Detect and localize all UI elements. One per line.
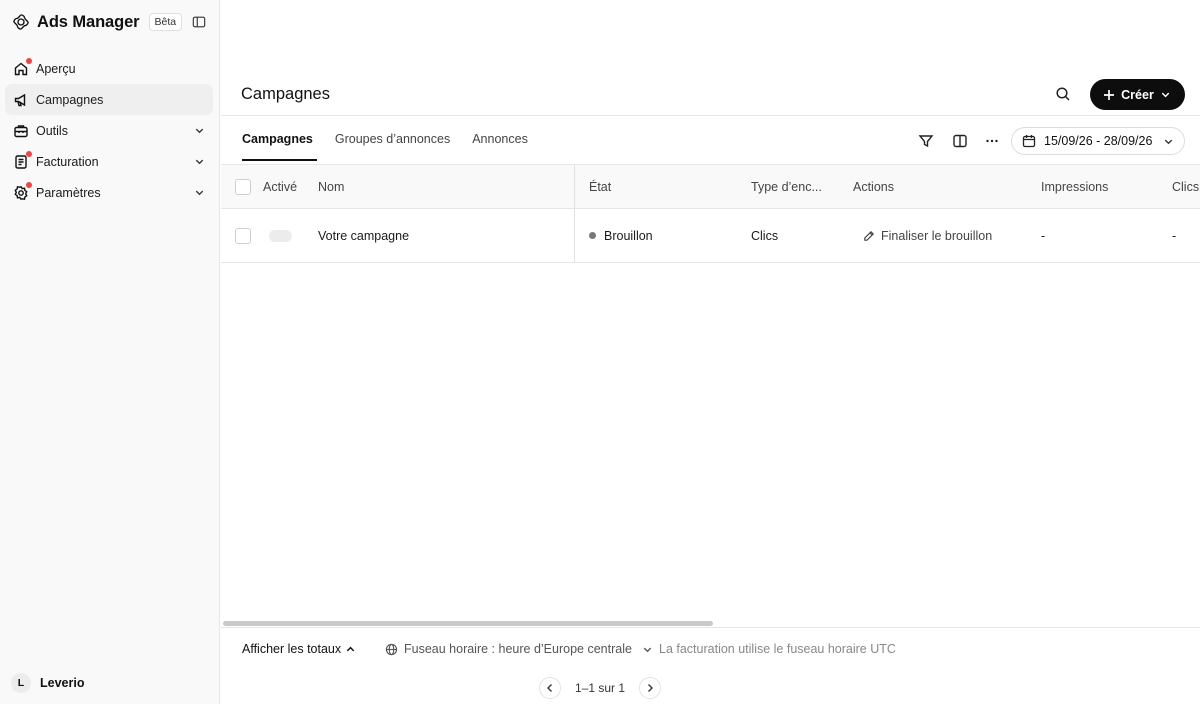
chevron-down-icon bbox=[1163, 136, 1174, 147]
campaign-name[interactable]: Votre campagne bbox=[318, 209, 409, 262]
clicks-cell: - bbox=[1172, 228, 1177, 243]
column-divider bbox=[574, 165, 575, 208]
column-header-status[interactable]: État bbox=[589, 165, 611, 208]
status-badge: Brouillon bbox=[604, 228, 653, 243]
status-dot bbox=[589, 232, 596, 239]
select-all-checkbox[interactable] bbox=[235, 178, 251, 195]
invoice-icon bbox=[13, 150, 32, 170]
home-icon bbox=[13, 57, 32, 77]
tab-annonces[interactable]: Annonces bbox=[472, 116, 528, 162]
campaigns-table: Activé Nom État Type d’enc... Actions Im… bbox=[221, 164, 1200, 263]
sidebar-item-facturation[interactable]: Facturation bbox=[5, 146, 213, 177]
sidebar-item-campagnes[interactable]: Campagnes bbox=[5, 84, 213, 115]
sidebar-item-label: Campagnes bbox=[36, 92, 104, 107]
more-icon[interactable] bbox=[984, 133, 1000, 149]
chevron-down-icon bbox=[194, 156, 205, 167]
horizontal-scrollbar[interactable] bbox=[223, 621, 713, 626]
tab-campagnes[interactable]: Campagnes bbox=[242, 116, 317, 162]
column-header-type[interactable]: Type d’enc... bbox=[751, 165, 822, 208]
beta-badge: Bêta bbox=[148, 13, 183, 31]
column-header-active[interactable]: Activé bbox=[263, 165, 297, 208]
active-toggle[interactable] bbox=[269, 229, 292, 242]
timezone-selector[interactable]: Fuseau horaire : heure d’Europe centrale bbox=[385, 642, 653, 656]
chevron-down-icon bbox=[1160, 89, 1172, 101]
tab-groupes-annonces[interactable]: Groupes d’annonces bbox=[335, 116, 450, 162]
page-title: Campagnes bbox=[241, 85, 330, 103]
chevron-down-icon bbox=[194, 125, 205, 136]
chevron-down-icon bbox=[194, 187, 205, 198]
gear-icon bbox=[13, 181, 32, 201]
sidebar-item-label: Facturation bbox=[36, 154, 99, 169]
pencil-icon bbox=[863, 230, 875, 242]
pagination: 1–1 sur 1 bbox=[539, 677, 662, 699]
toolbox-icon bbox=[13, 123, 29, 139]
chevron-left-icon bbox=[547, 684, 552, 692]
column-header-name[interactable]: Nom bbox=[318, 165, 344, 208]
timezone-label: Fuseau horaire : heure d’Europe centrale bbox=[404, 642, 632, 656]
next-page-button[interactable] bbox=[639, 677, 662, 699]
calendar-icon bbox=[1022, 134, 1036, 148]
table-row[interactable]: Votre campagne Brouillon Clics Finaliser… bbox=[221, 209, 1200, 263]
column-header-impressions[interactable]: Impressions bbox=[1041, 165, 1108, 208]
billing-timezone-note: La facturation utilise le fuseau horaire… bbox=[659, 642, 896, 656]
app-title: Ads Manager bbox=[37, 12, 140, 31]
finalize-draft-label: Finaliser le brouillon bbox=[881, 228, 993, 243]
chevron-up-icon bbox=[345, 644, 356, 655]
search-icon[interactable] bbox=[1055, 86, 1071, 102]
notification-dot bbox=[26, 181, 32, 188]
status-cell: Brouillon bbox=[589, 209, 653, 262]
globe-icon bbox=[385, 643, 398, 656]
active-toggle-cell bbox=[269, 209, 292, 262]
columns-icon[interactable] bbox=[952, 133, 968, 149]
sidebar-item-parametres[interactable]: Paramètres bbox=[5, 177, 213, 208]
chevron-right-icon bbox=[648, 684, 654, 692]
notification-dot bbox=[26, 150, 32, 157]
show-totals-button[interactable]: Afficher les totaux bbox=[242, 642, 356, 656]
org-switcher[interactable]: L Leverio bbox=[11, 673, 84, 693]
sidebar-item-label: Paramètres bbox=[36, 185, 101, 200]
column-divider bbox=[574, 209, 575, 262]
notification-dot bbox=[26, 57, 32, 64]
date-range-picker[interactable]: 15/09/26 - 28/09/26 bbox=[1011, 127, 1185, 155]
create-button-label: Créer bbox=[1121, 87, 1154, 102]
date-range-label: 15/09/26 - 28/09/26 bbox=[1044, 134, 1153, 148]
org-name: Leverio bbox=[40, 676, 85, 690]
row-checkbox[interactable] bbox=[235, 227, 251, 244]
column-header-clicks[interactable]: Clics bbox=[1172, 165, 1199, 208]
brand: Ads Manager Bêta bbox=[12, 11, 183, 33]
sidebar-item-label: Aperçu bbox=[36, 61, 76, 76]
sidebar-item-apercu[interactable]: Aperçu bbox=[5, 53, 213, 84]
finalize-draft-link[interactable]: Finaliser le brouillon bbox=[863, 209, 992, 262]
chevron-down-icon bbox=[642, 644, 653, 655]
column-header-actions[interactable]: Actions bbox=[853, 165, 894, 208]
sidebar-item-label: Outils bbox=[36, 123, 68, 138]
footer-divider bbox=[221, 627, 1200, 628]
sidebar-toggle-icon[interactable] bbox=[192, 15, 206, 29]
avatar: L bbox=[11, 673, 31, 693]
sidebar-item-outils[interactable]: Outils bbox=[5, 115, 213, 146]
impressions-cell: - bbox=[1041, 228, 1046, 243]
filter-icon[interactable] bbox=[918, 133, 934, 149]
row-select-cell bbox=[235, 209, 251, 262]
plus-icon bbox=[1103, 89, 1115, 101]
pagination-label: 1–1 sur 1 bbox=[575, 681, 626, 695]
table-header: Activé Nom État Type d’enc... Actions Im… bbox=[221, 164, 1200, 209]
show-totals-label: Afficher les totaux bbox=[242, 642, 342, 656]
main-content: Campagnes Créer Campagnes Groupes d’anno… bbox=[221, 0, 1200, 704]
sidebar: Ads Manager Bêta Aperçu Campagnes Outils… bbox=[0, 0, 220, 704]
logo-icon bbox=[12, 13, 30, 31]
megaphone-icon bbox=[13, 92, 29, 108]
type-cell: Clics bbox=[751, 228, 779, 243]
create-button[interactable]: Créer bbox=[1090, 79, 1185, 110]
tabs: Campagnes Groupes d’annonces Annonces bbox=[242, 116, 528, 162]
select-all-cell bbox=[235, 165, 251, 208]
sidebar-nav: Aperçu Campagnes Outils Facturation Para… bbox=[5, 53, 213, 208]
previous-page-button[interactable] bbox=[539, 677, 561, 699]
